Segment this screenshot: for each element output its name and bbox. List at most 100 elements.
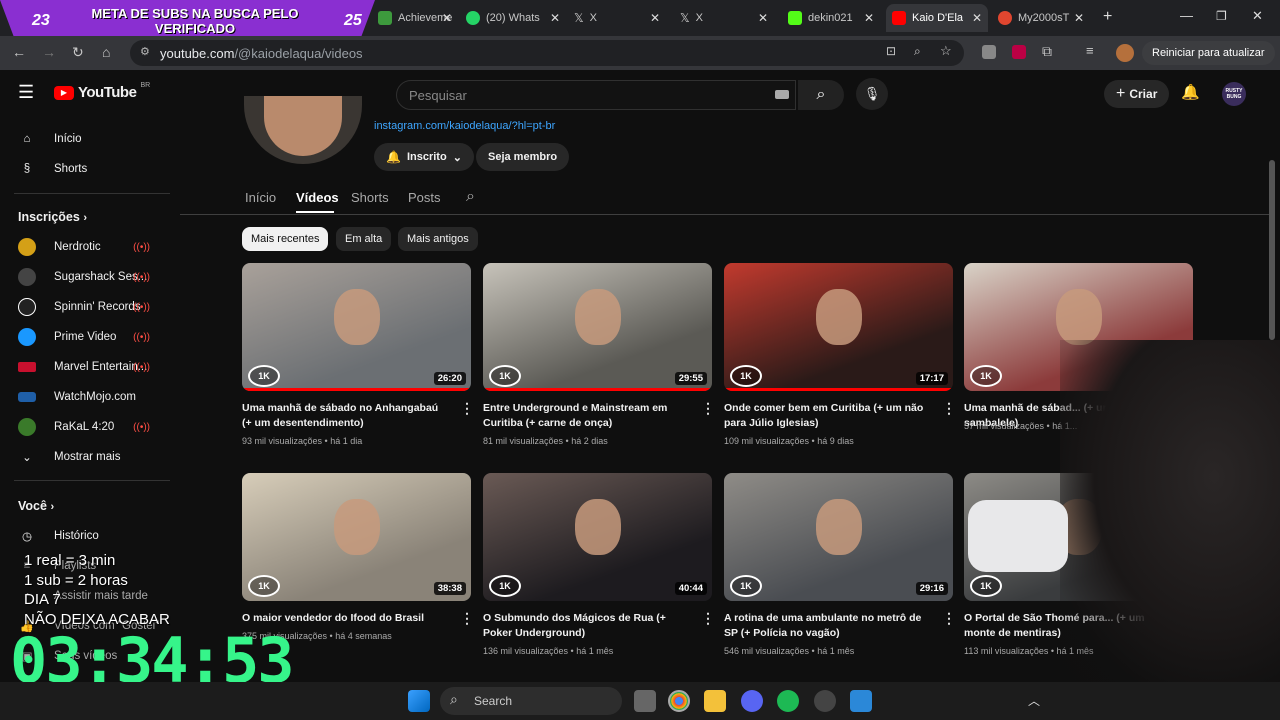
minimize-icon[interactable]: — (1180, 8, 1193, 23)
subscriptions-heading[interactable]: Inscrições › (18, 210, 87, 224)
new-tab-icon[interactable]: + (1103, 8, 1112, 26)
chip-popular[interactable]: Em alta (336, 227, 392, 251)
keyboard-icon[interactable] (775, 90, 789, 99)
thumbnail-person (574, 498, 621, 555)
chip-latest[interactable]: Mais recentes (242, 227, 329, 251)
restore-icon[interactable]: ❐ (1216, 9, 1227, 23)
windows-start-icon[interactable] (408, 690, 430, 712)
install-app-icon[interactable]: ⊡ (886, 44, 896, 58)
tab-videos[interactable]: Vídeos (296, 190, 339, 205)
tab-label: dekin021 (808, 12, 853, 24)
back-icon[interactable]: ← (12, 44, 26, 60)
spotify-icon[interactable] (777, 690, 799, 712)
video-title[interactable]: Onde comer bem em Curitiba (+ um não par… (724, 401, 929, 431)
video-title[interactable]: O Submundo dos Mágicos de Rua (+ Poker U… (483, 611, 688, 641)
page-scrollbar[interactable] (1269, 160, 1275, 340)
obs-icon[interactable] (814, 690, 836, 712)
tab-kick[interactable]: dekin021 ✕ (782, 4, 880, 32)
video-options-icon[interactable]: ⋮ (942, 400, 956, 417)
extension-icon[interactable] (1012, 45, 1026, 59)
youtube-logo[interactable]: ▶ YouTube BR (54, 82, 150, 101)
close-tab-icon[interactable]: ✕ (972, 11, 982, 25)
you-heading[interactable]: Você › (18, 499, 54, 513)
video-options-icon[interactable]: ⋮ (701, 400, 715, 417)
sidebar-item-spinnin[interactable]: Spinnin' Records ((•)) (18, 295, 168, 319)
close-tab-icon[interactable]: ✕ (550, 11, 560, 25)
sidebar-item-rakal[interactable]: RaKaL 4:20 ((•)) (18, 415, 168, 439)
extension-icon[interactable] (982, 45, 996, 59)
discord-icon[interactable] (741, 690, 763, 712)
tab-home[interactable]: Início (245, 190, 276, 205)
tab-achievements[interactable]: Achieveme ✕ (372, 4, 458, 32)
channel-avatar-large[interactable] (244, 96, 362, 164)
sidebar-item-marvel[interactable]: Marvel Entertain... ((•)) (18, 355, 168, 379)
reading-list-icon[interactable]: ≡ (1086, 43, 1094, 58)
bookmark-star-icon[interactable]: ☆ (940, 43, 952, 59)
sidebar-item-prime-video[interactable]: Prime Video ((•)) (18, 325, 168, 349)
sidebar-item-shorts[interactable]: § Shorts (18, 157, 168, 181)
subscribed-button[interactable]: 🔔 Inscrito ⌄ (374, 143, 474, 171)
taskbar-search[interactable]: ⌕ Search (440, 687, 622, 715)
meta-separator: • (322, 436, 331, 446)
sidebar-item-sugarshack[interactable]: Sugarshack Ses... ((•)) (18, 265, 168, 289)
video-thumbnail[interactable]: 1K 38:38 (242, 473, 471, 601)
channel-search-icon[interactable]: ⌕ (466, 188, 475, 206)
video-options-icon[interactable]: ⋮ (460, 400, 474, 417)
close-tab-icon[interactable]: ✕ (650, 11, 660, 25)
tray-chevron-icon[interactable]: ︿ (1028, 692, 1040, 709)
tab-my2000s[interactable]: My2000sT ✕ (992, 4, 1090, 32)
site-info-icon[interactable]: ⚙ (140, 45, 150, 58)
restart-to-update-button[interactable]: Reiniciar para atualizar (1142, 41, 1275, 65)
chrome-icon[interactable] (668, 690, 690, 712)
search-button[interactable]: ⌕ (798, 80, 844, 110)
video-title[interactable]: Entre Underground e Mainstream em Curiti… (483, 401, 688, 431)
account-avatar[interactable]: RUSTY BUNG (1222, 82, 1246, 106)
x-logo-icon: 𝕏 (680, 11, 690, 25)
tab-youtube-active[interactable]: Kaio D'Ela ✕ (886, 4, 988, 32)
channel-external-link[interactable]: instagram.com/kaiodelaqua/?hl=pt-br (374, 120, 555, 132)
video-options-icon[interactable]: ⋮ (701, 610, 715, 627)
store-icon[interactable] (850, 690, 872, 712)
sidebar-item-label: Shorts (54, 163, 88, 175)
tab-x-1[interactable]: 𝕏 X ✕ (568, 4, 666, 32)
notifications-bell-icon[interactable]: 🔔 (1181, 83, 1200, 101)
show-more-button[interactable]: ⌄ Mostrar mais (18, 445, 168, 469)
video-options-icon[interactable]: ⋮ (942, 610, 956, 627)
sidebar-item-history[interactable]: ◷ Histórico (18, 524, 168, 548)
close-tab-icon[interactable]: ✕ (1074, 11, 1084, 25)
video-title[interactable]: A rotina de uma ambulante no metrô de SP… (724, 611, 929, 641)
sidebar-item-watchmojo[interactable]: WatchMojo.com (18, 385, 168, 409)
voice-search-button[interactable]: 🎙 (856, 78, 888, 110)
hamburger-menu-icon[interactable]: ☰ (18, 82, 34, 103)
zoom-icon[interactable]: ⌕ (914, 44, 921, 59)
address-bar[interactable]: ⚙ youtube.com/@kaiodelaqua/videos ⊡ ⌕ ☆ (130, 40, 964, 66)
chip-oldest[interactable]: Mais antigos (398, 227, 478, 251)
video-thumbnail[interactable]: 1K 26:20 (242, 263, 471, 391)
join-membership-button[interactable]: Seja membro (476, 143, 570, 171)
tab-x-2[interactable]: 𝕏 X ✕ (674, 4, 774, 32)
tab-shorts[interactable]: Shorts (351, 190, 389, 205)
home-icon[interactable]: ⌂ (102, 44, 110, 60)
profile-avatar[interactable] (1116, 44, 1134, 62)
tab-posts[interactable]: Posts (408, 190, 441, 205)
video-thumbnail[interactable]: 1K 40:44 (483, 473, 712, 601)
video-thumbnail[interactable]: 1K 29:55 (483, 263, 712, 391)
create-button[interactable]: + Criar (1104, 80, 1170, 108)
close-tab-icon[interactable]: ✕ (864, 11, 874, 25)
video-thumbnail[interactable]: 1K 17:17 (724, 263, 953, 391)
close-tab-icon[interactable]: ✕ (758, 11, 768, 25)
forward-icon[interactable]: → (42, 44, 56, 60)
extensions-puzzle-icon[interactable]: ⧉ (1042, 43, 1052, 60)
file-explorer-icon[interactable] (704, 690, 726, 712)
reload-icon[interactable]: ↻ (72, 44, 84, 61)
video-thumbnail[interactable]: 1K 29:16 (724, 473, 953, 601)
video-options-icon[interactable]: ⋮ (460, 610, 474, 627)
close-tab-icon[interactable]: ✕ (442, 11, 452, 25)
sidebar-item-nerdrotic[interactable]: Nerdrotic ((•)) (18, 235, 168, 259)
close-window-icon[interactable]: ✕ (1252, 8, 1263, 24)
video-title[interactable]: Uma manhã de sábado no Anhangabaú (+ um … (242, 401, 447, 431)
sidebar-item-home[interactable]: ⌂ Início (18, 127, 168, 151)
search-input[interactable]: Pesquisar (396, 80, 796, 110)
tab-whatsapp[interactable]: (20) Whats ✕ (460, 4, 566, 32)
task-view-icon[interactable] (634, 690, 656, 712)
